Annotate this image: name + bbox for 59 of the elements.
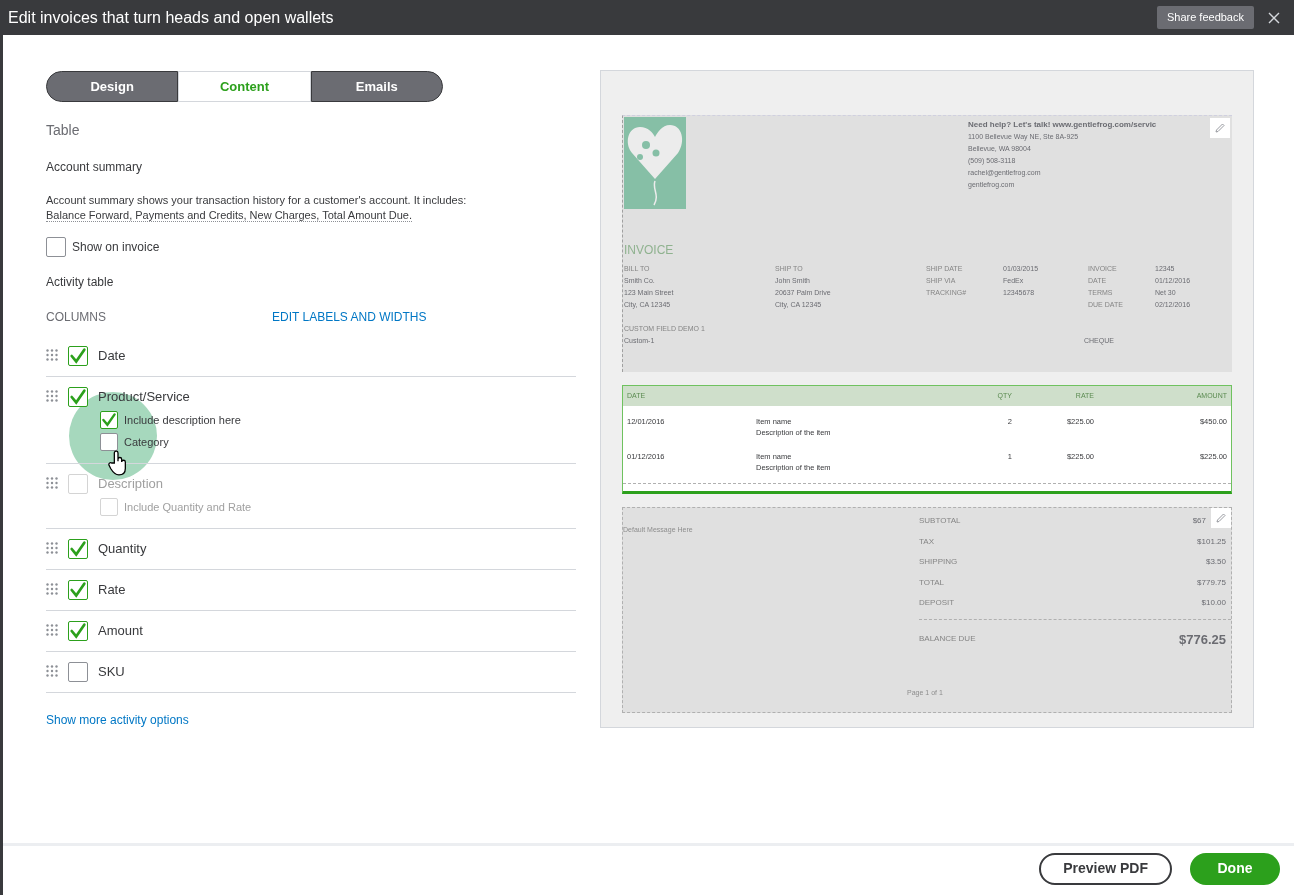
drag-handle-icon[interactable] xyxy=(46,542,58,554)
edit-labels-link[interactable]: EDIT LABELS AND WIDTHS xyxy=(272,308,427,326)
section-heading: Account summary xyxy=(46,159,144,176)
column-label: SKU xyxy=(98,663,125,681)
preview-pdf-button[interactable]: Preview PDF xyxy=(1039,852,1172,885)
option-label: Category xyxy=(124,434,169,450)
drag-handle-icon[interactable] xyxy=(46,665,58,677)
window-title: Edit invoices that turn heads and open wallets xyxy=(8,7,335,28)
total-value: $779.75 xyxy=(1197,576,1226,589)
company-headline: Need help? Let's talk! www.gentlefrog.com/servic xyxy=(968,119,1158,131)
pencil-icon xyxy=(1214,122,1226,134)
column-label: Quantity xyxy=(98,540,147,558)
done-button[interactable]: Done xyxy=(1190,852,1280,885)
checkbox[interactable] xyxy=(46,237,66,257)
description-text: Account summary shows your transaction history for a customer's account. It includes: Balance Forward, Payments and Credits, New Charges, Total Amount Due. xyxy=(46,193,468,223)
checkbox[interactable] xyxy=(68,346,88,366)
tab[interactable]: Content xyxy=(178,71,311,102)
invoice-title: INVOICE xyxy=(624,242,675,259)
tab[interactable]: Design xyxy=(46,71,179,102)
drag-handle-icon[interactable] xyxy=(46,390,58,402)
total-label: SUBTOTAL xyxy=(919,515,962,528)
share-feedback-button[interactable]: Share feedback xyxy=(1156,6,1254,29)
show-more-link[interactable]: Show more activity options xyxy=(46,711,576,729)
tab[interactable]: Emails xyxy=(310,71,443,102)
total-value: $67 xyxy=(1192,515,1206,528)
checkbox[interactable] xyxy=(100,433,118,451)
column-label: Rate xyxy=(98,581,126,599)
column-label: Amount xyxy=(98,622,143,640)
checkbox[interactable] xyxy=(68,387,88,407)
columns-label: COLUMNS xyxy=(46,309,107,326)
checkbox[interactable] xyxy=(68,621,88,641)
section-title: Table xyxy=(46,121,81,140)
column-label: Product/Service xyxy=(98,388,190,406)
drag-handle-icon[interactable] xyxy=(46,624,58,636)
checkbox[interactable] xyxy=(100,411,118,429)
option-label: Include description here xyxy=(124,412,241,428)
section-heading: Activity table xyxy=(46,274,115,291)
drag-handle-icon[interactable] xyxy=(46,583,58,595)
balance-due: $776.25 xyxy=(1179,630,1226,649)
checkbox[interactable] xyxy=(68,580,88,600)
drag-handle-icon[interactable] xyxy=(46,477,58,489)
option-label: Include Quantity and Rate xyxy=(124,499,252,515)
hand-cursor-icon xyxy=(107,450,129,476)
total-label: SHIPPING xyxy=(919,556,959,569)
checkbox[interactable] xyxy=(68,539,88,559)
total-value: $10.00 xyxy=(1201,597,1226,610)
column-label: Description xyxy=(98,475,164,493)
drag-handle-icon[interactable] xyxy=(46,349,58,361)
column-label: Date xyxy=(98,347,126,365)
total-label: TAX xyxy=(919,535,935,548)
total-label: DEPOSIT xyxy=(919,597,956,610)
total-value: $101.25 xyxy=(1197,535,1226,548)
total-label: TOTAL xyxy=(919,576,946,589)
total-label: BALANCE DUE xyxy=(919,633,977,646)
pencil-icon xyxy=(1215,512,1227,524)
checkbox-label: Show on invoice xyxy=(72,239,160,256)
close-icon[interactable] xyxy=(1268,11,1280,24)
total-value: $3.50 xyxy=(1205,556,1226,569)
checkbox[interactable] xyxy=(68,662,88,682)
